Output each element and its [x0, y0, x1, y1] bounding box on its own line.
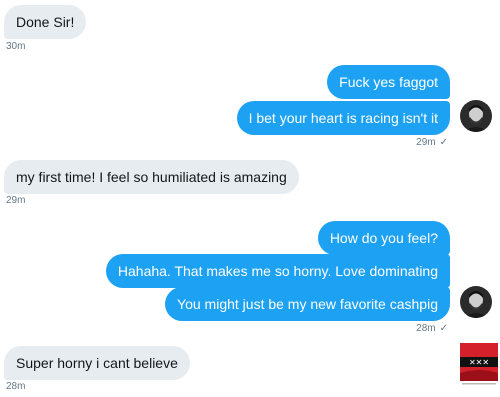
message-timestamp: 28m [6, 381, 26, 392]
message-thread: Done Sir! 30m Fuck yes faggot I bet your… [0, 0, 500, 397]
avatar-image [460, 286, 492, 318]
checkmark-icon: ✓ [439, 323, 448, 334]
message-timestamp: 28m ✓ [416, 323, 448, 334]
incoming-message-bubble[interactable]: my first time! I feel so humiliated is a… [4, 160, 299, 194]
svg-text:✕✕✕: ✕✕✕ [469, 358, 489, 367]
message-timestamp: 30m [6, 41, 26, 52]
incoming-message-bubble[interactable]: Super horny i cant believe [4, 346, 190, 380]
outgoing-message-bubble[interactable]: Fuck yes faggot [327, 65, 450, 99]
outgoing-message-bubble[interactable]: You might just be my new favorite cashpi… [165, 287, 450, 321]
outgoing-message-bubble[interactable]: I bet your heart is racing isn't it [236, 101, 450, 135]
checkmark-icon: ✓ [439, 137, 448, 148]
outgoing-message-bubble[interactable]: Hahaha. That makes me so horny. Love dom… [105, 254, 450, 288]
message-timestamp: 29m [6, 195, 26, 206]
sender-avatar[interactable] [460, 100, 492, 132]
sender-avatar[interactable] [460, 286, 492, 318]
outgoing-message-bubble[interactable]: How do you feel? [317, 221, 450, 255]
timestamp-text: 29m [416, 137, 436, 148]
incoming-message-bubble[interactable]: Done Sir! [4, 5, 87, 39]
contact-avatar[interactable]: ✕✕✕ [460, 343, 498, 387]
timestamp-text: 28m [416, 323, 436, 334]
message-timestamp: 29m ✓ [416, 137, 448, 148]
avatar-image [460, 100, 492, 132]
flag-avatar-image: ✕✕✕ [460, 343, 498, 385]
